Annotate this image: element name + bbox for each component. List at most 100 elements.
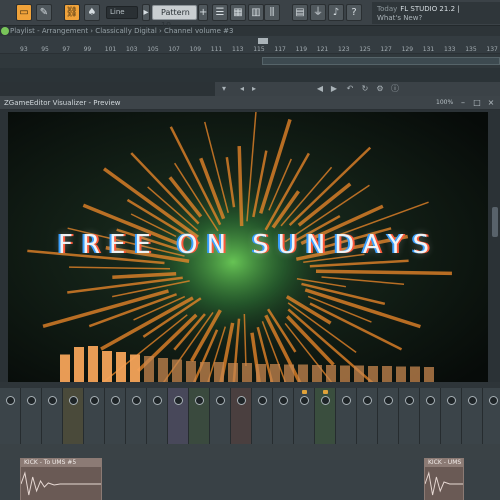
mixer-strip[interactable] <box>294 388 315 444</box>
pan-knob[interactable] <box>132 396 141 405</box>
mixer-strip[interactable] <box>273 388 294 444</box>
pan-knob[interactable] <box>258 396 267 405</box>
pan-knob[interactable] <box>27 396 36 405</box>
prev-preset-icon[interactable]: ◀ <box>315 84 325 94</box>
timeline-ruler[interactable]: 93 95 97 99 101 103 105 107 109 111 113 115 117 119 12… <box>0 36 500 54</box>
pan-knob[interactable] <box>216 396 225 405</box>
mixer-strip[interactable] <box>126 388 147 444</box>
hat-icon[interactable]: ♠ <box>84 4 100 21</box>
prev-pattern-button[interactable]: ▸ <box>142 4 150 21</box>
mixer-strip[interactable] <box>0 388 21 444</box>
arrow-left-icon[interactable]: ◂ <box>237 84 247 94</box>
snap-select[interactable]: Line <box>106 6 138 19</box>
ruler-tick: 111 <box>210 46 223 53</box>
mixer-strip[interactable] <box>420 388 441 444</box>
pan-knob[interactable] <box>69 396 78 405</box>
visualizer-title: ZGameEditor Visualizer - Preview <box>4 99 121 107</box>
playlist-title: Playlist - Arrangement › Classically Dig… <box>10 27 234 35</box>
spectrum-bar <box>396 366 406 382</box>
pan-knob[interactable] <box>90 396 99 405</box>
mixer-icon[interactable]: ⫼ <box>264 4 280 21</box>
visualizer-preview[interactable]: FREE ON SUNDAYS <box>8 112 488 382</box>
playlist-icon[interactable]: ☰ <box>212 4 228 21</box>
mixer-strip[interactable] <box>63 388 84 444</box>
pan-knob[interactable] <box>405 396 414 405</box>
pan-knob[interactable] <box>279 396 288 405</box>
mixer-strip[interactable] <box>231 388 252 444</box>
mixer-strip[interactable] <box>189 388 210 444</box>
info-icon[interactable]: ⓘ <box>390 84 400 94</box>
ruler-tick: 131 <box>422 46 435 53</box>
pattern-selector[interactable]: Pattern 19 <box>152 5 197 30</box>
spectrum-bar <box>354 365 364 382</box>
tempo-icon[interactable]: ♪ <box>328 4 344 21</box>
audio-clip[interactable]: KICK - UMS #5 <box>424 458 464 500</box>
ruler-tick: 135 <box>465 46 477 53</box>
news-panel[interactable]: Today FL STUDIO 21.2 | What's New? <box>372 2 500 24</box>
pattern-song-toggle[interactable]: ▭ <box>16 4 32 21</box>
mixer-strip[interactable] <box>336 388 357 444</box>
arrow-right-icon[interactable]: ▸ <box>249 84 259 94</box>
piano-roll-icon[interactable]: ▦ <box>230 4 246 21</box>
scrollbar-thumb[interactable] <box>492 207 498 237</box>
mixer-strip[interactable] <box>21 388 42 444</box>
pan-knob[interactable] <box>153 396 162 405</box>
menu-icon[interactable]: ▾ <box>219 84 229 94</box>
pan-knob[interactable] <box>447 396 456 405</box>
mixer-strip[interactable] <box>399 388 420 444</box>
next-preset-icon[interactable]: ▶ <box>329 84 339 94</box>
spectrum-bar <box>256 364 266 382</box>
mixer-strip[interactable] <box>462 388 483 444</box>
pan-knob[interactable] <box>342 396 351 405</box>
mixer-strip[interactable] <box>378 388 399 444</box>
mixer-strip[interactable] <box>42 388 63 444</box>
zoom-select[interactable]: 100% <box>436 99 453 106</box>
browser-icon[interactable]: ▤ <box>292 4 308 21</box>
reset-icon[interactable]: ↻ <box>360 84 370 94</box>
mixer-strip[interactable] <box>441 388 462 444</box>
pan-knob[interactable] <box>363 396 372 405</box>
pan-knob[interactable] <box>174 396 183 405</box>
playhead-marker[interactable] <box>258 38 268 44</box>
spectrum-bar <box>312 365 322 382</box>
pan-knob[interactable] <box>48 396 57 405</box>
draw-tool-button[interactable]: ✎ <box>36 4 52 21</box>
mixer-strip[interactable] <box>315 388 336 444</box>
help-icon[interactable]: ? <box>346 4 362 21</box>
audio-clip[interactable]: KICK - To UMS #5 <box>20 458 102 500</box>
pan-knob[interactable] <box>237 396 246 405</box>
mixer-strip[interactable] <box>147 388 168 444</box>
pan-knob[interactable] <box>195 396 204 405</box>
pan-knob[interactable] <box>321 396 330 405</box>
link-icon[interactable]: ⛓ <box>64 4 80 21</box>
spectrum-bar <box>130 354 140 382</box>
automation-track[interactable] <box>0 54 500 68</box>
mixer-strip[interactable] <box>483 388 500 444</box>
mixer-strip[interactable] <box>357 388 378 444</box>
maximize-icon[interactable]: □ <box>472 98 482 108</box>
overlay-title: FREE ON SUNDAYS <box>57 230 439 260</box>
undo-icon[interactable]: ↶ <box>345 84 355 94</box>
pan-knob[interactable] <box>111 396 120 405</box>
pan-knob[interactable] <box>300 396 309 405</box>
automation-clip[interactable] <box>262 57 500 65</box>
mixer-strip[interactable] <box>84 388 105 444</box>
news-day: Today <box>377 5 398 13</box>
plugin-icon[interactable]: ⏚ <box>310 4 326 21</box>
pan-knob[interactable] <box>489 396 498 405</box>
mixer-strip[interactable] <box>210 388 231 444</box>
spectrum-bar <box>270 364 280 382</box>
mixer-strip[interactable] <box>105 388 126 444</box>
pan-knob[interactable] <box>468 396 477 405</box>
close-icon[interactable]: × <box>486 98 496 108</box>
channel-rack-icon[interactable]: ▥ <box>248 4 264 21</box>
mixer-strip[interactable] <box>252 388 273 444</box>
settings-icon[interactable]: ⚙ <box>375 84 385 94</box>
pan-knob[interactable] <box>6 396 15 405</box>
vertical-scrollbar[interactable] <box>490 112 500 382</box>
mixer-strip[interactable] <box>168 388 189 444</box>
pan-knob[interactable] <box>426 396 435 405</box>
add-pattern-button[interactable]: + <box>198 4 208 21</box>
minimize-icon[interactable]: – <box>458 98 468 108</box>
pan-knob[interactable] <box>384 396 393 405</box>
